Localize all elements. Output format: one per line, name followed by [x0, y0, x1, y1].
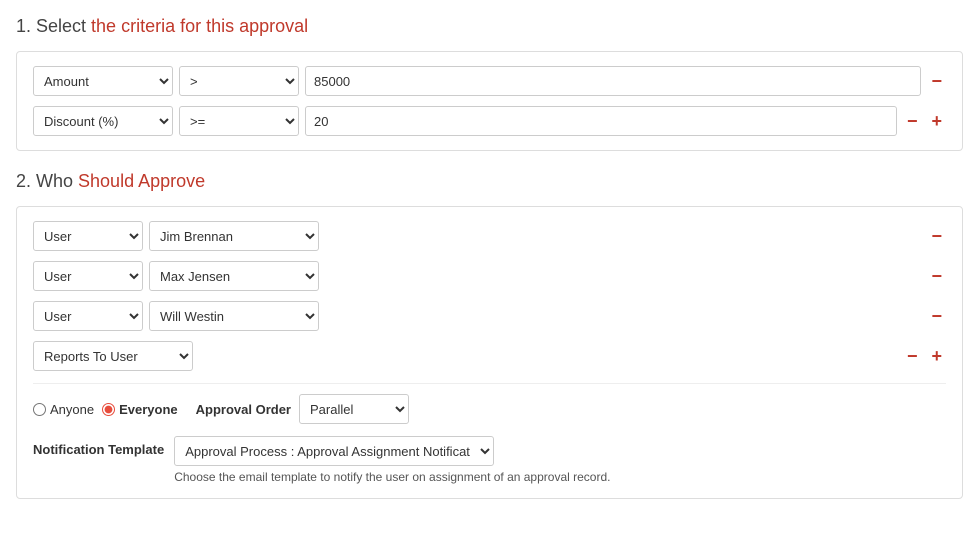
approver-remove-2[interactable]: −: [927, 267, 946, 285]
everyone-label: Everyone: [119, 402, 178, 417]
approval-options-row: Anyone Everyone Approval Order Parallel …: [33, 383, 946, 424]
approver-type-4[interactable]: User Reports To User Queue Related User: [33, 341, 193, 371]
approver-add[interactable]: +: [927, 347, 946, 365]
approver-remove-3[interactable]: −: [927, 307, 946, 325]
notification-right: Approval Process : Approval Assignment N…: [174, 436, 610, 484]
criteria-operator-1[interactable]: > >= < <= = !=: [179, 66, 299, 96]
section1-title: 1. Select the criteria for this approval: [16, 16, 963, 37]
notification-template-select[interactable]: Approval Process : Approval Assignment N…: [174, 436, 494, 466]
approver-name-1[interactable]: Jim Brennan Max Jensen Will Westin: [149, 221, 319, 251]
radio-anyone[interactable]: [33, 403, 46, 416]
approver-box: User Reports To User Queue Related User …: [16, 206, 963, 499]
approver-row-3: User Reports To User Queue Related User …: [33, 301, 946, 331]
criteria-row-1: Amount Discount (%) > >= < <= = != −: [33, 66, 946, 96]
approver-remove-4[interactable]: −: [903, 347, 922, 365]
approver-row-2: User Reports To User Queue Related User …: [33, 261, 946, 291]
criteria-remove-2[interactable]: −: [903, 112, 922, 130]
criteria-row-2: Amount Discount (%) > >= < <= = != − +: [33, 106, 946, 136]
criteria-value-1[interactable]: [305, 66, 921, 96]
anyone-label: Anyone: [50, 402, 94, 417]
section2-title: 2. Who Should Approve: [16, 171, 963, 192]
criteria-operator-2[interactable]: > >= < <= = !=: [179, 106, 299, 136]
radio-anyone-group: Anyone: [33, 402, 94, 417]
radio-everyone-group: Everyone: [102, 402, 178, 417]
approval-order-label: Approval Order: [196, 402, 291, 417]
approver-name-3[interactable]: Jim Brennan Max Jensen Will Westin: [149, 301, 319, 331]
approver-row-4: User Reports To User Queue Related User …: [33, 341, 946, 371]
approver-row-1: User Reports To User Queue Related User …: [33, 221, 946, 251]
criteria-add[interactable]: +: [927, 112, 946, 130]
criteria-box: Amount Discount (%) > >= < <= = != − Amo…: [16, 51, 963, 151]
approval-order-select[interactable]: Parallel Sequential: [299, 394, 409, 424]
radio-everyone[interactable]: [102, 403, 115, 416]
approver-remove-1[interactable]: −: [927, 227, 946, 245]
approver-type-2[interactable]: User Reports To User Queue Related User: [33, 261, 143, 291]
approver-type-3[interactable]: User Reports To User Queue Related User: [33, 301, 143, 331]
criteria-value-2[interactable]: [305, 106, 897, 136]
notification-label: Notification Template: [33, 436, 164, 457]
notification-row: Notification Template Approval Process :…: [33, 436, 946, 484]
approver-type-1[interactable]: User Reports To User Queue Related User: [33, 221, 143, 251]
criteria-field-1[interactable]: Amount Discount (%): [33, 66, 173, 96]
criteria-field-2[interactable]: Amount Discount (%): [33, 106, 173, 136]
approver-name-2[interactable]: Jim Brennan Max Jensen Will Westin: [149, 261, 319, 291]
criteria-remove-1[interactable]: −: [927, 72, 946, 90]
notification-desc: Choose the email template to notify the …: [174, 470, 610, 484]
